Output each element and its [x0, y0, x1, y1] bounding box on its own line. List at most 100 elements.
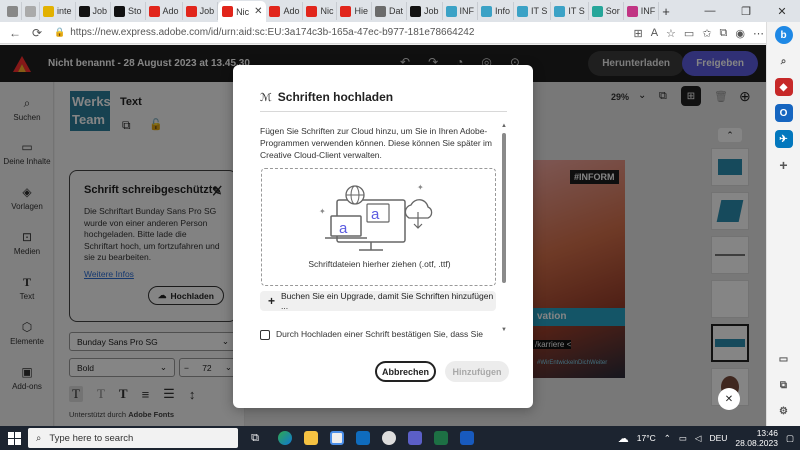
scroll-thumb[interactable] [502, 133, 506, 283]
more-menu-icon[interactable]: ⋯ [753, 27, 764, 40]
excel-taskbar-icon[interactable] [428, 426, 454, 450]
close-tab-icon[interactable]: ✕ [254, 6, 262, 17]
browser-tab[interactable]: inte [40, 2, 76, 20]
tab-label: Nic [320, 6, 334, 16]
workspaces-button[interactable] [22, 2, 40, 20]
outlook-icon[interactable]: O [774, 104, 793, 122]
edge-taskbar-icon[interactable] [272, 426, 298, 450]
outlook-taskbar-icon[interactable] [350, 426, 376, 450]
tab-favicon-icon [43, 5, 54, 17]
tray-chevron-icon[interactable]: ⌃ [664, 433, 671, 444]
store-taskbar-icon[interactable] [324, 426, 350, 450]
tab-actions[interactable] [4, 2, 22, 20]
new-tab-button[interactable]: + [659, 2, 673, 20]
browser-tab[interactable]: Ado [266, 2, 304, 20]
office-icon[interactable]: ✈ [774, 130, 793, 148]
tab-label: Ado [162, 6, 179, 16]
tab-favicon-icon [481, 5, 493, 17]
scroll-up-arrow-icon[interactable]: ▲ [501, 123, 507, 129]
browser-tab-active[interactable]: Nic ✕ [218, 1, 267, 22]
devices-illustration-icon: a a ✦ ✦ [319, 184, 433, 251]
workspaces-icon [25, 5, 36, 17]
teams-taskbar-icon[interactable] [402, 426, 428, 450]
maximize-button[interactable]: ❐ [728, 0, 764, 22]
sidebar-layout-icon[interactable]: ▭ [775, 350, 793, 368]
font-drop-zone[interactable]: a a ✦ ✦ Schriftdateien hierher ziehen (.… [261, 168, 496, 286]
browser-tab[interactable]: INF [443, 2, 479, 20]
favorites-bar-icon[interactable]: ✩ [702, 27, 711, 40]
explorer-taskbar-icon[interactable] [298, 426, 324, 450]
svg-text:✦: ✦ [319, 207, 326, 216]
word-taskbar-icon[interactable] [454, 426, 480, 450]
bing-chat-icon[interactable]: b [774, 26, 793, 44]
consent-checkbox-row[interactable]: Durch Hochladen einer Schrift bestätigen… [260, 329, 494, 341]
add-button-disabled[interactable]: Hinzufügen [445, 361, 509, 382]
tab-label: IT S [568, 6, 585, 16]
browser-tab[interactable]: Hie [337, 2, 372, 20]
tab-label: Sor [605, 6, 620, 16]
browser-tab[interactable]: IT S [551, 2, 589, 20]
profile-avatar-icon[interactable]: ◉ [735, 27, 745, 40]
tab-label: inte [57, 6, 72, 16]
divider [260, 111, 507, 112]
browser-tab[interactable]: Job [407, 2, 443, 20]
sidebar-search-icon[interactable]: ⌕ [775, 52, 793, 70]
task-view-icon[interactable]: ⧉ [238, 426, 272, 450]
notifications-icon[interactable]: ▢ [786, 433, 794, 444]
weather-icon[interactable]: ☁ [618, 432, 629, 445]
browser-tab[interactable]: Info [478, 2, 515, 20]
drop-zone-text: Schriftdateien hierher ziehen (.otf, .tt… [308, 259, 451, 269]
browser-tab[interactable]: Dat [372, 2, 408, 20]
browser-tab[interactable]: Job [183, 2, 219, 20]
dialog-scrollbar[interactable]: ▲ ▼ [501, 123, 507, 333]
browser-tab[interactable]: Job [76, 2, 112, 20]
tab-list: inte Job Sto Ado Job Nic ✕ Ado Nic Hie Dat Job INF In… [40, 0, 660, 22]
cancel-button[interactable]: Abbrechen [375, 361, 436, 382]
browser-tab[interactable]: Sor [589, 2, 624, 20]
tab-favicon-icon [554, 5, 566, 17]
browser-tab[interactable]: IT S [514, 2, 552, 20]
browser-tab[interactable]: Ado [146, 2, 183, 20]
tab-label: Ado [283, 6, 300, 16]
apps-icon[interactable]: ⊞ [633, 27, 642, 40]
app-taskbar-icon[interactable] [376, 426, 402, 450]
close-icon[interactable]: ✕ [718, 388, 740, 410]
browser-tab[interactable]: INF [624, 2, 660, 20]
read-aloud-icon[interactable]: A [651, 27, 658, 39]
language[interactable]: DEU [709, 433, 727, 443]
profile-icon [7, 5, 18, 17]
clock[interactable]: 13:46 28.08.2023 [735, 428, 778, 448]
tab-label: Dat [389, 6, 404, 16]
search-icon: ⌕ [36, 432, 42, 444]
browser-tab[interactable]: Sto [111, 2, 146, 20]
start-button[interactable] [0, 426, 28, 450]
screen: inte Job Sto Ado Job Nic ✕ Ado Nic Hie Dat Job INF In… [0, 0, 800, 450]
sidebar-settings-icon[interactable]: ⚙ [775, 402, 793, 420]
url-text: https://new.express.adobe.com/id/urn:aid… [70, 27, 475, 38]
close-window-button[interactable]: ✕ [764, 0, 800, 22]
refresh-button[interactable]: ⟳ [26, 22, 48, 44]
temperature[interactable]: 17°C [637, 433, 656, 443]
favorite-icon[interactable]: ☆ [666, 27, 676, 40]
add-app-icon[interactable]: + [775, 156, 793, 174]
volume-icon[interactable]: ◁ [695, 433, 702, 444]
consent-checkbox[interactable] [260, 330, 270, 340]
scroll-down-arrow-icon[interactable]: ▼ [501, 327, 507, 333]
split-screen-icon[interactable]: ▭ [684, 27, 694, 40]
windows-taskbar: ⌕ Type here to search ⧉ ☁ 17°C ⌃ ▭ ◁ DEU… [0, 426, 800, 450]
external-link-icon[interactable]: ⧉ [775, 376, 793, 394]
network-icon[interactable]: ▭ [679, 433, 687, 444]
tab-favicon-icon [375, 5, 386, 17]
tab-favicon-icon [517, 5, 529, 17]
tab-favicon-icon [626, 5, 638, 17]
taskbar-search[interactable]: ⌕ Type here to search [28, 428, 238, 448]
tab-favicon-icon [114, 5, 126, 17]
browser-tab[interactable]: Nic [303, 2, 338, 20]
url-field[interactable]: 🔒 https://new.express.adobe.com/id/urn:a… [54, 24, 554, 42]
tab-label: INF [459, 6, 475, 16]
shopping-icon[interactable]: ◆ [774, 78, 793, 96]
collections-icon[interactable]: ⧉ [720, 27, 728, 40]
back-button[interactable]: ← [4, 22, 26, 44]
minimize-button[interactable]: — [692, 0, 728, 22]
upgrade-banner[interactable]: + Buchen Sie ein Upgrade, damit Sie Schr… [260, 291, 496, 311]
